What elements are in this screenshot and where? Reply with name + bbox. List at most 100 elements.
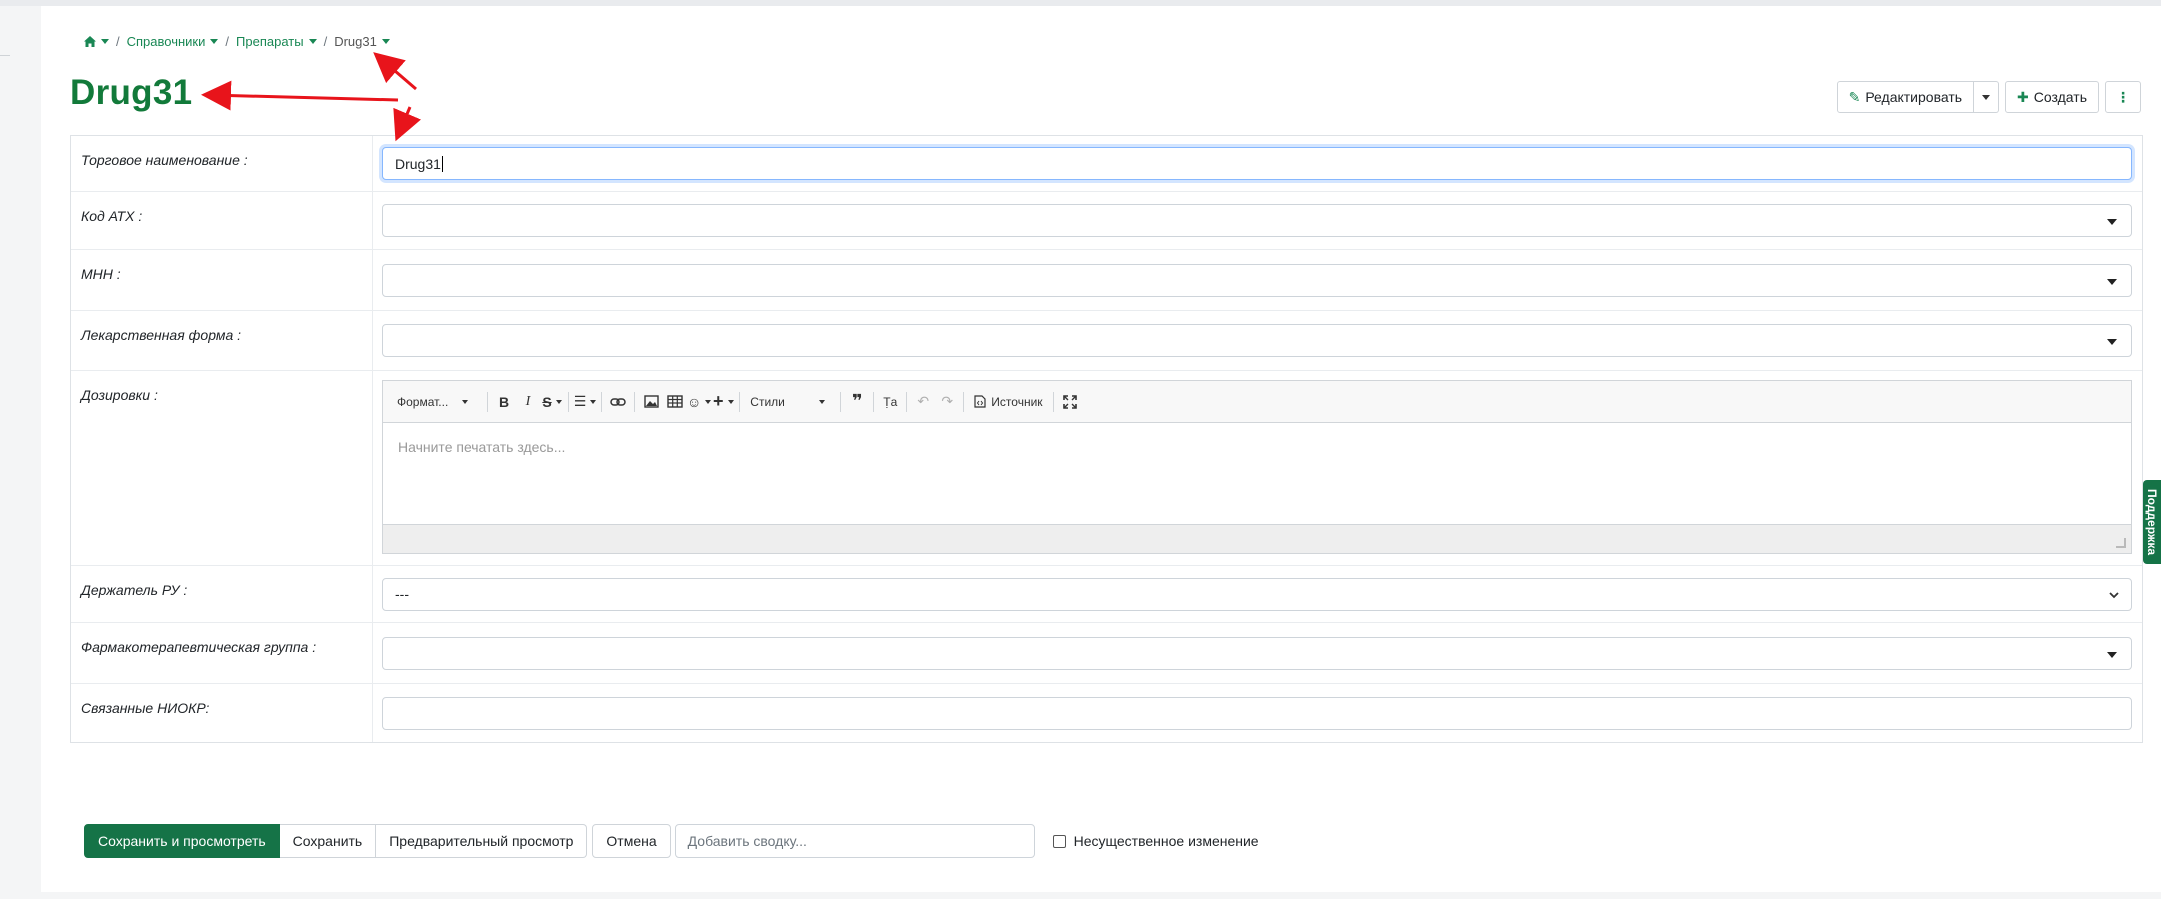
redo-icon[interactable]: ↷ — [935, 389, 959, 415]
editor-content[interactable]: Начните печатать здесь... — [383, 423, 2131, 524]
dropdown-arrow-icon — [2107, 339, 2117, 345]
toolbar-separator — [601, 391, 602, 412]
drug-form: Торговое наименование : Drug31 Код АТХ :… — [70, 135, 2143, 743]
atc-select[interactable] — [382, 204, 2132, 237]
toolbar-separator — [873, 391, 875, 412]
image-icon[interactable] — [639, 389, 663, 415]
page-actions: ✎ Редактировать ✚ Создать ⋮ — [1836, 81, 2141, 113]
breadcrumb-item-drugs[interactable]: Препараты — [236, 34, 317, 49]
summary-input[interactable]: Добавить сводку... — [674, 824, 1035, 858]
minor-change-checkbox[interactable]: Несущественное изменение — [1052, 833, 1259, 849]
holder-label: Держатель РУ : — [71, 566, 373, 622]
cancel-button[interactable]: Отмена — [592, 824, 671, 858]
pencil-icon: ✎ — [1848, 88, 1861, 105]
breadcrumb-separator: / — [323, 34, 328, 49]
breadcrumb-home[interactable] — [84, 36, 109, 47]
remove-format-icon[interactable]: Ṭa — [878, 389, 902, 415]
save-and-view-button[interactable]: Сохранить и просмотреть — [84, 824, 280, 858]
breadcrumb-item-label: Drug31 — [334, 34, 377, 49]
source-button-label: Источник — [991, 394, 1043, 409]
breadcrumb-separator: / — [116, 34, 120, 49]
bold-icon[interactable]: B — [492, 389, 516, 415]
toolbar-separator — [739, 391, 741, 412]
styles-dropdown-label: Стили — [750, 394, 785, 409]
resize-handle-icon[interactable] — [2116, 538, 2126, 548]
undo-icon[interactable]: ↶ — [911, 389, 935, 415]
dropdown-arrow-icon — [2107, 651, 2117, 658]
page-title: Drug31 — [70, 73, 193, 112]
checkbox-box[interactable] — [1052, 834, 1066, 848]
breadcrumb: / Справочники / Препараты / Drug31 — [84, 34, 390, 49]
atc-label: Код АТХ : — [71, 192, 373, 249]
toolbar-separator — [634, 391, 635, 412]
trade-name-value: Drug31 — [395, 155, 441, 172]
dosage-form-select[interactable] — [382, 324, 2132, 357]
minor-change-label: Несущественное изменение — [1073, 833, 1259, 849]
blockquote-icon[interactable]: ❞ — [845, 389, 869, 415]
toolbar-separator — [840, 391, 842, 412]
edit-button[interactable]: ✎ Редактировать — [1836, 81, 1975, 113]
editor-toolbar: Формат... B I S ☰ ☺ + Стили ❞ Ṭa ↶ ↷ Ист… — [383, 381, 2131, 423]
edit-dropdown-toggle[interactable] — [1974, 81, 2000, 113]
support-tab-label: Поддержка — [2145, 488, 2159, 556]
dosages-label: Дозировки : — [71, 371, 373, 565]
chevron-down-icon — [462, 399, 469, 404]
holder-value: --- — [395, 586, 409, 602]
strikethrough-icon[interactable]: S — [540, 389, 564, 415]
dosage-form-label: Лекарственная форма : — [71, 311, 373, 370]
table-icon[interactable] — [663, 389, 687, 415]
chevron-down-icon — [590, 399, 597, 404]
chevron-down-icon — [381, 39, 390, 44]
chevron-down-icon — [818, 399, 825, 404]
emoji-icon[interactable]: ☺ — [687, 389, 712, 415]
related-input[interactable] — [382, 696, 2132, 730]
toolbar-separator — [487, 391, 488, 412]
toolbar-separator — [1052, 391, 1054, 412]
inn-label: МНН : — [71, 250, 373, 310]
pharma-group-select[interactable] — [382, 636, 2132, 670]
plus-icon: ✚ — [2017, 88, 2029, 105]
bottom-action-bar: Сохранить и просмотреть Сохранить Предва… — [84, 824, 1259, 858]
link-icon-svg — [610, 397, 626, 406]
table-icon-svg — [667, 395, 683, 408]
format-dropdown-label: Формат... — [397, 394, 449, 409]
dosages-rich-editor: Формат... B I S ☰ ☺ + Стили ❞ Ṭa ↶ ↷ Ист… — [382, 380, 2132, 554]
chevron-down-icon — [210, 39, 219, 44]
chevron-down-icon — [308, 39, 317, 44]
edit-button-label: Редактировать — [1865, 89, 1963, 105]
save-button[interactable]: Сохранить — [279, 824, 377, 858]
create-button[interactable]: ✚ Создать — [2005, 81, 2099, 113]
maximize-icon[interactable] — [1058, 389, 1082, 415]
insert-plus-icon[interactable]: + — [711, 389, 735, 415]
format-dropdown[interactable]: Формат... — [391, 395, 483, 409]
breadcrumb-item-label: Препараты — [236, 34, 304, 49]
breadcrumb-item-directories[interactable]: Справочники — [127, 34, 219, 49]
trade-name-input[interactable]: Drug31 — [382, 147, 2132, 180]
text-cursor — [441, 155, 443, 172]
maximize-icon-svg — [1062, 394, 1077, 409]
italic-icon[interactable]: I — [516, 389, 540, 415]
form-row-inn: МНН : — [71, 250, 2142, 311]
source-icon — [974, 395, 986, 408]
breadcrumb-item-current[interactable]: Drug31 — [334, 34, 390, 49]
toolbar-separator — [906, 391, 908, 412]
related-label: Связанные НИОКР: — [71, 684, 373, 742]
holder-select[interactable]: --- — [382, 577, 2132, 611]
editor-placeholder: Начните печатать здесь... — [398, 439, 566, 455]
preview-button[interactable]: Предварительный просмотр — [376, 824, 588, 858]
styles-dropdown[interactable]: Стили — [744, 395, 836, 409]
bulleted-list-icon[interactable]: ☰ — [573, 389, 597, 415]
image-icon-svg — [643, 395, 659, 408]
home-icon — [84, 36, 96, 47]
support-tab[interactable]: Поддержка — [2143, 480, 2161, 564]
dropdown-arrow-icon — [2107, 278, 2117, 285]
link-icon[interactable] — [606, 389, 630, 415]
form-row-dosages: Дозировки : Формат... B I S ☰ ☺ + Стили … — [71, 371, 2142, 566]
inn-select[interactable] — [382, 263, 2132, 297]
source-button[interactable]: Источник — [968, 395, 1048, 409]
more-actions-button[interactable]: ⋮ — [2105, 81, 2141, 113]
chevron-down-icon — [101, 39, 109, 44]
form-row-dosage-form: Лекарственная форма : — [71, 311, 2142, 371]
create-button-label: Создать — [2033, 89, 2087, 105]
breadcrumb-separator: / — [225, 34, 230, 49]
